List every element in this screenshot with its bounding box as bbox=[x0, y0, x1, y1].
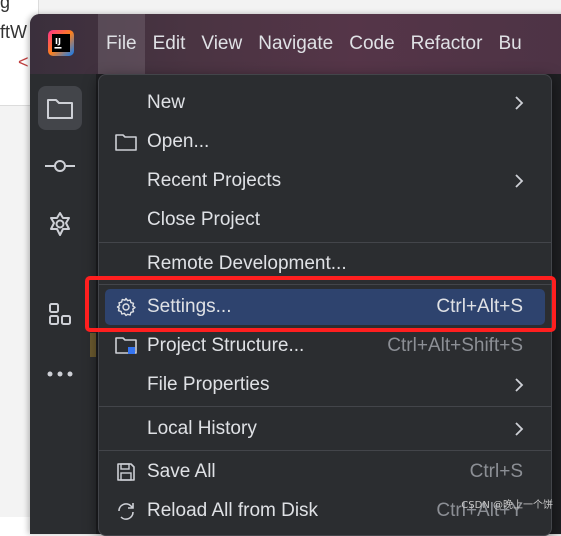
menu-code[interactable]: Code bbox=[341, 14, 402, 74]
menu-refactor[interactable]: Refactor bbox=[403, 14, 491, 74]
background-text: ftW bbox=[0, 22, 27, 43]
chevron-right-icon bbox=[513, 173, 525, 189]
menu-item-new[interactable]: New bbox=[105, 85, 545, 121]
background-text: g bbox=[0, 0, 10, 13]
svg-text:IJ: IJ bbox=[55, 37, 61, 46]
main-menubar: File Edit View Navigate Code Refactor Bu bbox=[98, 14, 530, 74]
menu-view[interactable]: View bbox=[193, 14, 250, 74]
chevron-right-icon bbox=[513, 377, 525, 393]
menu-item-recent-projects[interactable]: Recent Projects bbox=[105, 163, 545, 199]
menu-separator bbox=[99, 450, 551, 451]
background-text: < bbox=[18, 52, 29, 73]
structure-icon bbox=[48, 302, 72, 326]
chevron-right-icon bbox=[513, 421, 525, 437]
more-icon bbox=[47, 371, 73, 377]
folder-icon bbox=[115, 131, 137, 153]
title-bar: IJ File Edit View Navigate Code Refactor… bbox=[30, 14, 561, 74]
menu-build[interactable]: Bu bbox=[490, 14, 529, 74]
menu-navigate[interactable]: Navigate bbox=[250, 14, 341, 74]
folder-icon bbox=[46, 96, 74, 120]
menu-file[interactable]: File bbox=[98, 14, 145, 74]
commit-tool-button[interactable] bbox=[38, 144, 82, 188]
menu-edit[interactable]: Edit bbox=[145, 14, 194, 74]
more-tools-button[interactable] bbox=[38, 352, 82, 396]
commit-icon bbox=[45, 159, 75, 173]
menu-item-project-structure[interactable]: Project Structure... Ctrl+Alt+Shift+S bbox=[105, 328, 545, 364]
project-tool-button[interactable] bbox=[38, 86, 82, 130]
watermark: CSDN @晚上一个饼 bbox=[461, 496, 553, 511]
menu-item-open[interactable]: Open... bbox=[105, 124, 545, 160]
project-structure-icon bbox=[115, 335, 137, 357]
plugin-icon bbox=[47, 211, 73, 237]
menu-separator bbox=[99, 406, 551, 407]
structure-tool-button[interactable] bbox=[38, 292, 82, 336]
reload-icon bbox=[115, 500, 137, 522]
intellij-logo-icon[interactable]: IJ bbox=[48, 30, 74, 56]
menu-item-local-history[interactable]: Local History bbox=[105, 411, 545, 447]
menu-item-file-properties[interactable]: File Properties bbox=[105, 367, 545, 403]
editor-marker bbox=[90, 333, 96, 357]
save-icon bbox=[115, 461, 137, 483]
chevron-right-icon bbox=[513, 95, 525, 111]
menu-item-close-project[interactable]: Close Project bbox=[105, 202, 545, 238]
plugins-tool-button[interactable] bbox=[38, 202, 82, 246]
menu-item-save-all[interactable]: Save All Ctrl+S bbox=[105, 454, 545, 490]
menu-separator bbox=[99, 242, 551, 243]
highlight-annotation bbox=[85, 276, 556, 332]
